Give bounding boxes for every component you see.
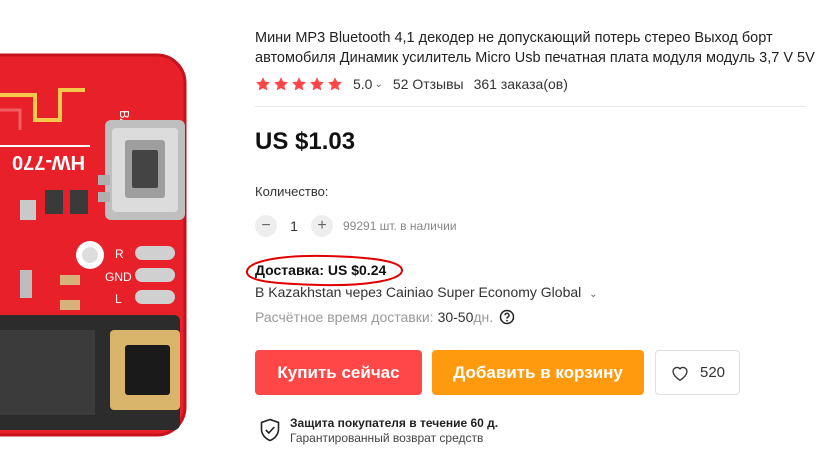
svg-text:R: R xyxy=(115,247,124,261)
product-image[interactable]: BAT HW-770 R GND L xyxy=(0,0,238,455)
wishlist-count: 520 xyxy=(699,364,726,381)
delivery-time-unit: дн. xyxy=(473,309,494,325)
add-to-cart-button[interactable]: Добавить в корзину xyxy=(432,350,644,395)
delivery-time-value: 30-50 xyxy=(437,309,474,325)
quantity-stepper: − 1 + 99291 шт. в наличии xyxy=(255,214,457,238)
svg-text:HW-770: HW-770 xyxy=(12,151,85,173)
chevron-down-icon[interactable]: ⌄ xyxy=(589,289,597,300)
quantity-value[interactable]: 1 xyxy=(277,218,311,234)
stock-count: 99291 шт. в наличии xyxy=(343,219,457,233)
delivery-time-label: Расчётное время доставки: xyxy=(255,309,434,325)
product-title: Мини MP3 Bluetooth 4,1 декодер не допуск… xyxy=(255,30,815,66)
star-icon xyxy=(274,77,288,91)
divider xyxy=(255,106,805,107)
quantity-label: Количество: xyxy=(255,184,329,199)
star-icon xyxy=(310,77,324,91)
orders-count: 361 заказа(ов) xyxy=(473,76,568,92)
star-icon xyxy=(328,77,342,91)
heart-icon xyxy=(672,366,688,381)
reviews-link[interactable]: 52 Отзывы xyxy=(393,76,464,92)
svg-text:GND: GND xyxy=(105,270,132,284)
shipping-route-text[interactable]: В Kazakhstan через Cainiao Super Economy… xyxy=(255,284,581,300)
shipping-route[interactable]: В Kazakhstan через Cainiao Super Economy… xyxy=(255,284,608,300)
product-price: US $1.03 xyxy=(255,128,356,155)
delivery-time: Расчётное время доставки: 30-50 дн. xyxy=(255,309,515,325)
rating-value[interactable]: 5.0 xyxy=(353,76,372,92)
chevron-down-icon[interactable]: ⌄ xyxy=(374,79,382,90)
star-icon xyxy=(256,77,270,91)
buy-now-button[interactable]: Купить сейчас xyxy=(255,350,422,395)
rating-stars xyxy=(255,76,345,92)
buyer-protection-title: Защита покупателя в течение 60 д. xyxy=(290,416,499,430)
shield-icon xyxy=(260,418,280,442)
help-icon[interactable] xyxy=(499,309,515,325)
star-icon xyxy=(292,77,306,91)
minus-icon[interactable]: − xyxy=(255,215,277,237)
rating-row: 5.0 ⌄ 52 Отзывы 361 заказа(ов) xyxy=(255,74,568,94)
circuit-board-image: BAT HW-770 R GND L xyxy=(0,53,187,437)
shipping-cost: Доставка: US $0.24 xyxy=(255,262,387,278)
plus-icon[interactable]: + xyxy=(311,215,333,237)
svg-text:L: L xyxy=(115,292,122,306)
buyer-protection-subtitle: Гарантированный возврат средств xyxy=(290,431,484,445)
wishlist-button[interactable]: 520 xyxy=(655,350,740,395)
